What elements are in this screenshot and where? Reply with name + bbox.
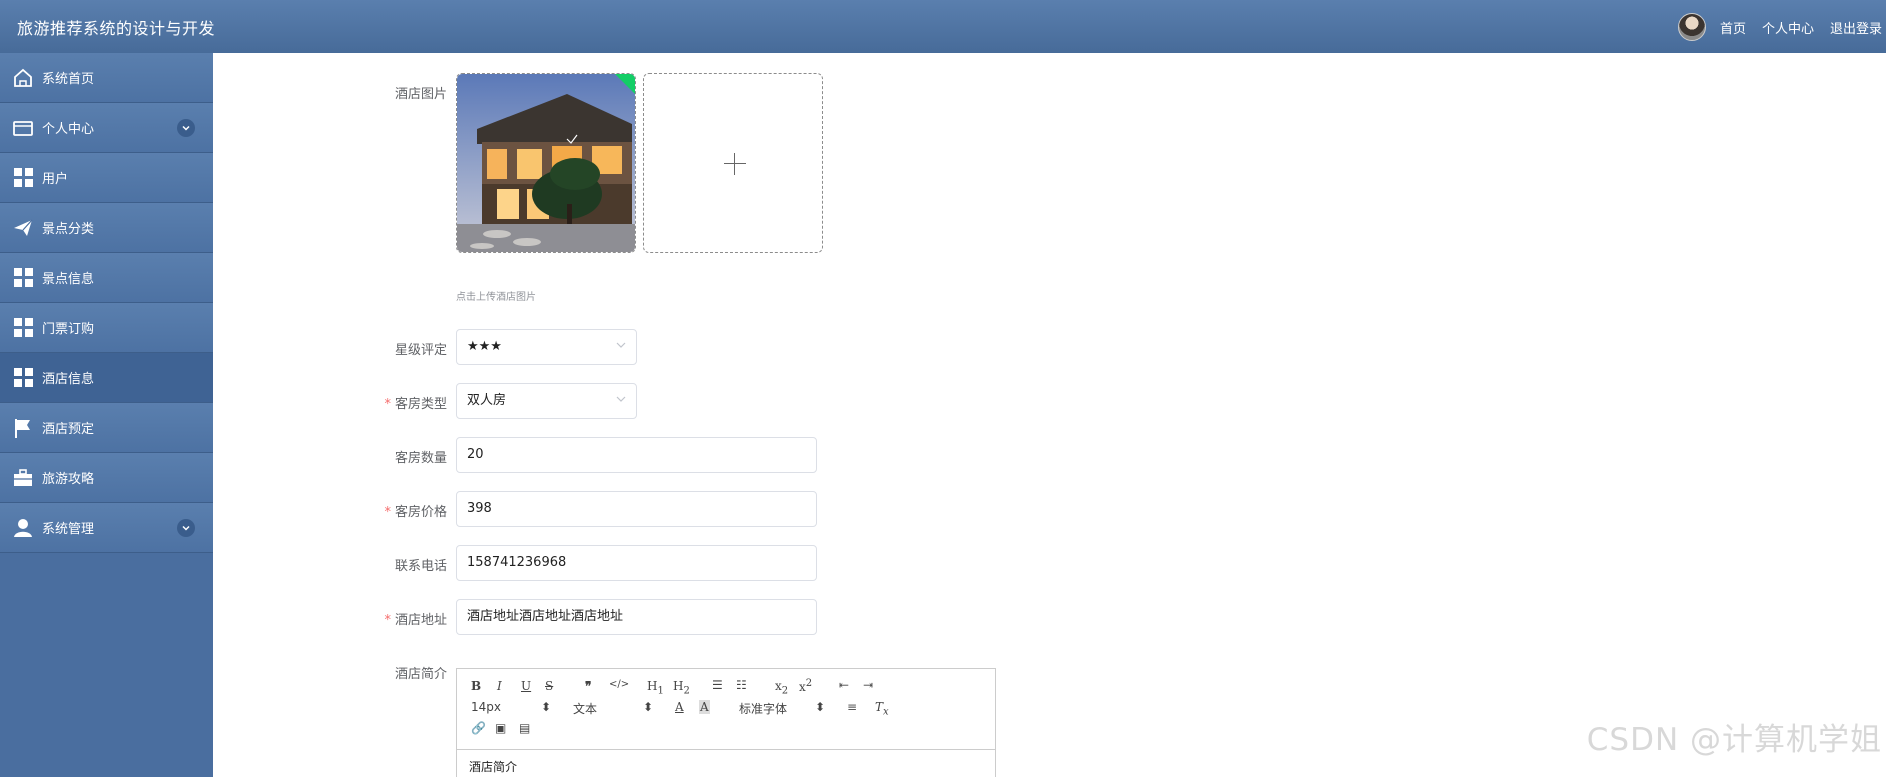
room-type-select[interactable]: 双人房 [456,383,637,419]
sidebar-item-travel-guide[interactable]: 旅游攻略 [0,453,213,503]
room-type-value: 双人房 [467,393,507,408]
subscript-icon[interactable]: x2 [775,679,788,696]
sidebar-item-hotel-info[interactable]: 酒店信息 [0,353,213,403]
sidebar-item-label: 系统管理 [42,522,95,537]
sidebar-item-profile[interactable]: 个人中心 [0,103,213,153]
sidebar-item-label: 门票订购 [42,322,95,337]
address-label: * 酒店地址 [384,613,447,628]
sidebar-item-ticket-order[interactable]: 门票订购 [0,303,213,353]
phone-input[interactable]: 158741236968 [456,545,817,581]
chevron-down-icon[interactable] [177,518,195,537]
sidebar-item-label: 用户 [42,172,69,187]
font-family-select[interactable]: 标准字体 [739,700,787,717]
sidebar-item-home[interactable]: 系统首页 [0,53,213,103]
wallet-icon [12,117,34,139]
quote-icon[interactable]: ❞ [585,679,591,693]
chevron-down-icon [616,342,626,348]
code-icon[interactable]: </> [609,679,629,690]
italic-icon[interactable]: I [497,679,502,693]
csdn-watermark: CSDN @计算机学姐 [1586,722,1882,758]
chevron-updown-icon: ⬍ [643,700,654,714]
grid-icon [12,367,34,389]
user-icon [12,517,34,539]
home-icon [12,67,34,89]
grid-icon [12,167,34,189]
star-rating-label: 星级评定 [394,343,447,358]
room-count-input[interactable]: 20 [456,437,817,473]
indent-icon[interactable]: ⇥ [863,678,873,692]
room-price-input[interactable]: 398 [456,491,817,527]
top-header: 旅游推荐系统的设计与开发 首页 个人中心 退出登录 [0,0,1886,53]
sidebar-item-label: 景点分类 [42,222,95,237]
hotel-photo [457,74,635,252]
phone-label: 联系电话 [394,559,447,574]
sidebar-item-label: 个人中心 [42,122,95,137]
sidebar-item-label: 酒店信息 [42,372,95,387]
grid-icon [12,267,34,289]
video-icon[interactable]: ▤ [519,721,530,735]
sidebar-item-label: 景点信息 [42,272,95,287]
sidebar-menu: 系统首页 个人中心 用户 景点分类 景点信息 门票订购 酒店信息 酒店预定 旅游… [0,53,213,777]
briefcase-icon [12,467,34,489]
font-color-icon[interactable]: A [675,700,684,714]
background-color-icon[interactable]: A [699,700,710,714]
sidebar-item-label: 系统首页 [42,72,95,87]
sidebar-item-users[interactable]: 用户 [0,153,213,203]
chevron-down-icon[interactable] [177,118,195,137]
room-type-label: * 客房类型 [384,397,447,412]
sidebar-item-scenic-info[interactable]: 景点信息 [0,253,213,303]
sidebar-item-system-admin[interactable]: 系统管理 [0,503,213,553]
bold-icon[interactable]: B [471,679,481,693]
sidebar-item-label: 酒店预定 [42,422,95,437]
sidebar-item-hotel-booking[interactable]: 酒店预定 [0,403,213,453]
flag-icon [12,417,34,439]
font-size-select[interactable]: 14px [471,700,501,714]
chevron-updown-icon: ⬍ [815,700,826,714]
plus-icon [724,163,746,164]
sidebar-item-label: 旅游攻略 [42,472,95,487]
bullet-list-icon[interactable]: ☷ [736,678,747,692]
room-price-label: * 客房价格 [384,505,447,520]
hotel-image-label: 酒店图片 [394,87,447,102]
hotel-image-thumbnail[interactable] [456,73,636,253]
rich-text-editor: B I U S ❞ </> H1 H2 ☰ ☷ x2 x2 ⇤ ⇥ 14px ⬍… [456,668,996,777]
nav-logout-link[interactable]: 退出登录 [1830,18,1882,37]
format-select[interactable]: 文本 [573,700,597,717]
intro-label: 酒店简介 [394,667,447,682]
chevron-updown-icon: ⬍ [541,700,552,714]
superscript-icon[interactable]: x2 [799,678,812,694]
nav-profile-link[interactable]: 个人中心 [1762,18,1814,37]
heading1-icon[interactable]: H1 [647,679,664,696]
room-count-label: 客房数量 [394,451,447,466]
star-rating-value: ★★★ [467,339,502,354]
nav-home-link[interactable]: 首页 [1720,18,1746,37]
upload-hint: 点击上传酒店图片 [456,292,536,303]
paper-plane-icon [12,217,34,239]
image-icon[interactable]: ▣ [495,721,506,735]
address-input[interactable]: 酒店地址酒店地址酒店地址 [456,599,817,635]
grid-icon [12,317,34,339]
header-nav: 首页 个人中心 退出登录 [1677,13,1882,41]
outdent-icon[interactable]: ⇤ [839,678,849,692]
user-avatar[interactable] [1677,13,1706,41]
ordered-list-icon[interactable]: ☰ [712,678,723,692]
star-rating-select[interactable]: ★★★ [456,329,637,365]
chevron-down-icon [616,396,626,402]
heading2-icon[interactable]: H2 [673,679,690,696]
image-upload-button[interactable] [643,73,823,253]
align-icon[interactable]: ≡ [847,700,857,714]
clear-format-icon[interactable]: Tx [875,700,889,717]
underline-icon[interactable]: U [521,679,531,693]
strikethrough-icon[interactable]: S [545,679,553,693]
sidebar-item-scenic-category[interactable]: 景点分类 [0,203,213,253]
editor-content[interactable]: 酒店简介 [457,750,995,777]
link-icon[interactable]: 🔗 [471,721,486,735]
editor-toolbar: B I U S ❞ </> H1 H2 ☰ ☷ x2 x2 ⇤ ⇥ 14px ⬍… [457,669,995,750]
app-title: 旅游推荐系统的设计与开发 [17,19,216,38]
